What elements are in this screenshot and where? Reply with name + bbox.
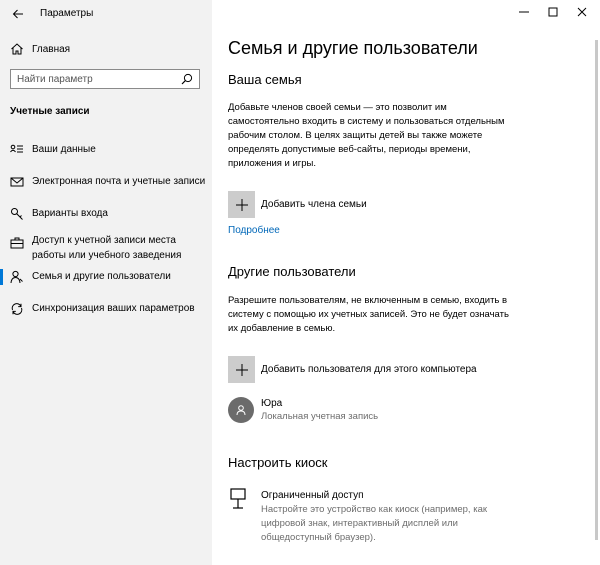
kiosk-heading: Настроить киоск: [228, 455, 328, 470]
search-input[interactable]: [11, 70, 177, 88]
user-icon: [236, 405, 246, 416]
plus-icon: [235, 363, 248, 376]
active-indicator: [0, 269, 3, 285]
user-account-type: Локальная учетная запись: [261, 411, 379, 422]
sidebar-item-label: Семья и другие пользователи: [32, 271, 171, 282]
mail-icon: [10, 177, 24, 187]
plus-icon: [235, 198, 248, 211]
briefcase-icon: [10, 237, 24, 249]
key-icon: [11, 208, 23, 220]
sync-icon: [11, 303, 23, 315]
people-icon: [10, 270, 23, 284]
sidebar-item-label: Доступ к учетной записи места работы или…: [32, 235, 182, 261]
others-description: Разрешите пользователям, не включенным в…: [228, 295, 509, 334]
sidebar: Главная Учетные записи Ваши данные: [0, 0, 212, 565]
avatar: [228, 397, 254, 423]
page-title: Семья и другие пользователи: [228, 38, 478, 58]
section-label: Учетные записи: [10, 106, 90, 117]
add-user-label: Добавить пользователя для этого компьюте…: [261, 364, 477, 375]
app-title: Параметры: [40, 8, 94, 19]
back-arrow-icon: [12, 9, 23, 19]
search-box[interactable]: [10, 69, 200, 89]
home-nav[interactable]: Главная: [10, 42, 70, 56]
sidebar-item-label: Варианты входа: [32, 208, 108, 219]
home-label: Главная: [32, 43, 71, 55]
kiosk-description: Настройте это устройство как киоск (напр…: [261, 504, 488, 543]
kiosk-title: Ограниченный доступ: [261, 490, 364, 501]
home-icon: [11, 43, 23, 55]
learn-more-link[interactable]: Подробнее: [228, 225, 280, 236]
search-icon[interactable]: [181, 73, 193, 85]
add-user-button[interactable]: Добавить пользователя для этого компьюте…: [228, 356, 477, 383]
add-family-member-button[interactable]: Добавить члена семьи: [228, 191, 367, 218]
back-button[interactable]: [8, 4, 28, 24]
sidebar-item-label: Электронная почта и учетные записи: [32, 176, 206, 187]
kiosk-icon: [230, 488, 246, 509]
person-card-icon: [10, 144, 23, 153]
add-family-member-label: Добавить члена семьи: [261, 199, 367, 210]
family-heading: Ваша семья: [228, 72, 302, 87]
plus-tile: [228, 191, 255, 218]
family-description: Добавьте членов своей семьи — это позвол…: [228, 102, 505, 169]
sidebar-item-label: Синхронизация ваших параметров: [32, 303, 195, 314]
main-content: Семья и другие пользователи Ваша семья Д…: [212, 0, 600, 565]
settings-window: Главная Учетные записи Ваши данные: [0, 0, 600, 565]
sidebar-item-label: Ваши данные: [32, 144, 96, 155]
scrollbar[interactable]: [595, 40, 598, 540]
user-name: Юра: [261, 398, 283, 409]
plus-tile: [228, 356, 255, 383]
others-heading: Другие пользователи: [228, 264, 356, 279]
